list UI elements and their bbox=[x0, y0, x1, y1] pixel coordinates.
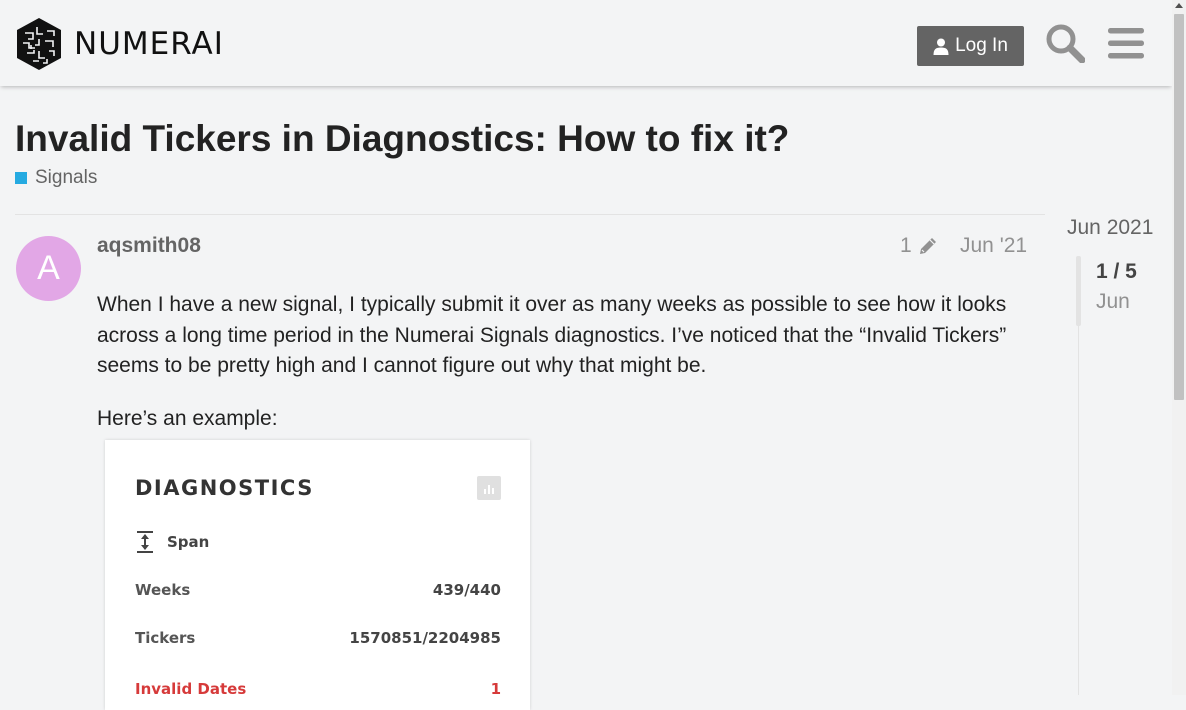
category-badge[interactable]: Signals bbox=[15, 167, 97, 189]
avatar-letter: A bbox=[37, 249, 60, 287]
diagnostics-row-label: Tickers bbox=[135, 629, 196, 647]
login-button[interactable]: Log In bbox=[917, 26, 1024, 66]
numerai-logo-icon bbox=[17, 18, 61, 70]
post-paragraph: When I have a new signal, I typically su… bbox=[97, 293, 1007, 377]
scroll-thumb[interactable] bbox=[1174, 14, 1184, 400]
logo-text: NUMERAI bbox=[74, 26, 224, 62]
edit-history-button[interactable]: 1 bbox=[900, 234, 938, 258]
span-header: Span bbox=[135, 530, 209, 554]
login-label: Log In bbox=[955, 35, 1008, 56]
numerai-logo[interactable]: NUMERAI bbox=[15, 17, 224, 71]
span-label: Span bbox=[167, 533, 210, 551]
category-color-square bbox=[15, 172, 27, 184]
diagnostics-row-value: 439/440 bbox=[432, 581, 501, 599]
search-icon[interactable] bbox=[1045, 23, 1085, 63]
bar-chart-icon bbox=[477, 476, 501, 500]
scroll-up-arrow-icon[interactable] bbox=[1175, 3, 1183, 8]
user-icon bbox=[933, 38, 949, 55]
diagnostics-row: Weeks 439/440 bbox=[135, 581, 501, 599]
post-body: When I have a new signal, I typically su… bbox=[97, 290, 1032, 456]
category-label: Signals bbox=[35, 167, 98, 188]
diagnostics-row: Tickers 1570851/2204985 bbox=[135, 629, 501, 647]
timeline-post-count: 1 / 5 bbox=[1096, 260, 1137, 283]
diagnostics-image[interactable]: DIAGNOSTICS Span Weeks 439/440 Tickers 1… bbox=[105, 440, 530, 710]
avatar[interactable]: A bbox=[16, 236, 81, 301]
site-header: NUMERAI Log In bbox=[0, 0, 1172, 86]
diagnostics-row-invalid: Invalid Dates 1 bbox=[135, 680, 501, 698]
diagnostics-row-value: 1570851/2204985 bbox=[349, 629, 501, 647]
diagnostics-title: DIAGNOSTICS bbox=[135, 476, 314, 500]
post-paragraph: Here’s an example: bbox=[97, 406, 278, 430]
post-date[interactable]: Jun '21 bbox=[960, 234, 1027, 258]
page-scrollbar[interactable] bbox=[1172, 0, 1186, 695]
timeline-current-date: Jun bbox=[1096, 290, 1130, 313]
hamburger-menu-icon[interactable] bbox=[1108, 28, 1144, 59]
pencil-icon bbox=[919, 238, 936, 254]
diagnostics-row-label: Weeks bbox=[135, 581, 191, 599]
topic-title[interactable]: Invalid Tickers in Diagnostics: How to f… bbox=[15, 118, 789, 160]
post-username[interactable]: aqsmith08 bbox=[97, 234, 201, 258]
timeline-start-date[interactable]: Jun 2021 bbox=[1067, 216, 1153, 240]
edit-count: 1 bbox=[900, 234, 912, 257]
diagnostics-row-value: 1 bbox=[490, 680, 501, 698]
timeline-scroller-handle[interactable] bbox=[1076, 256, 1081, 326]
topic-divider bbox=[15, 214, 1045, 215]
vertical-span-icon bbox=[137, 531, 153, 553]
diagnostics-row-label: Invalid Dates bbox=[135, 680, 247, 698]
